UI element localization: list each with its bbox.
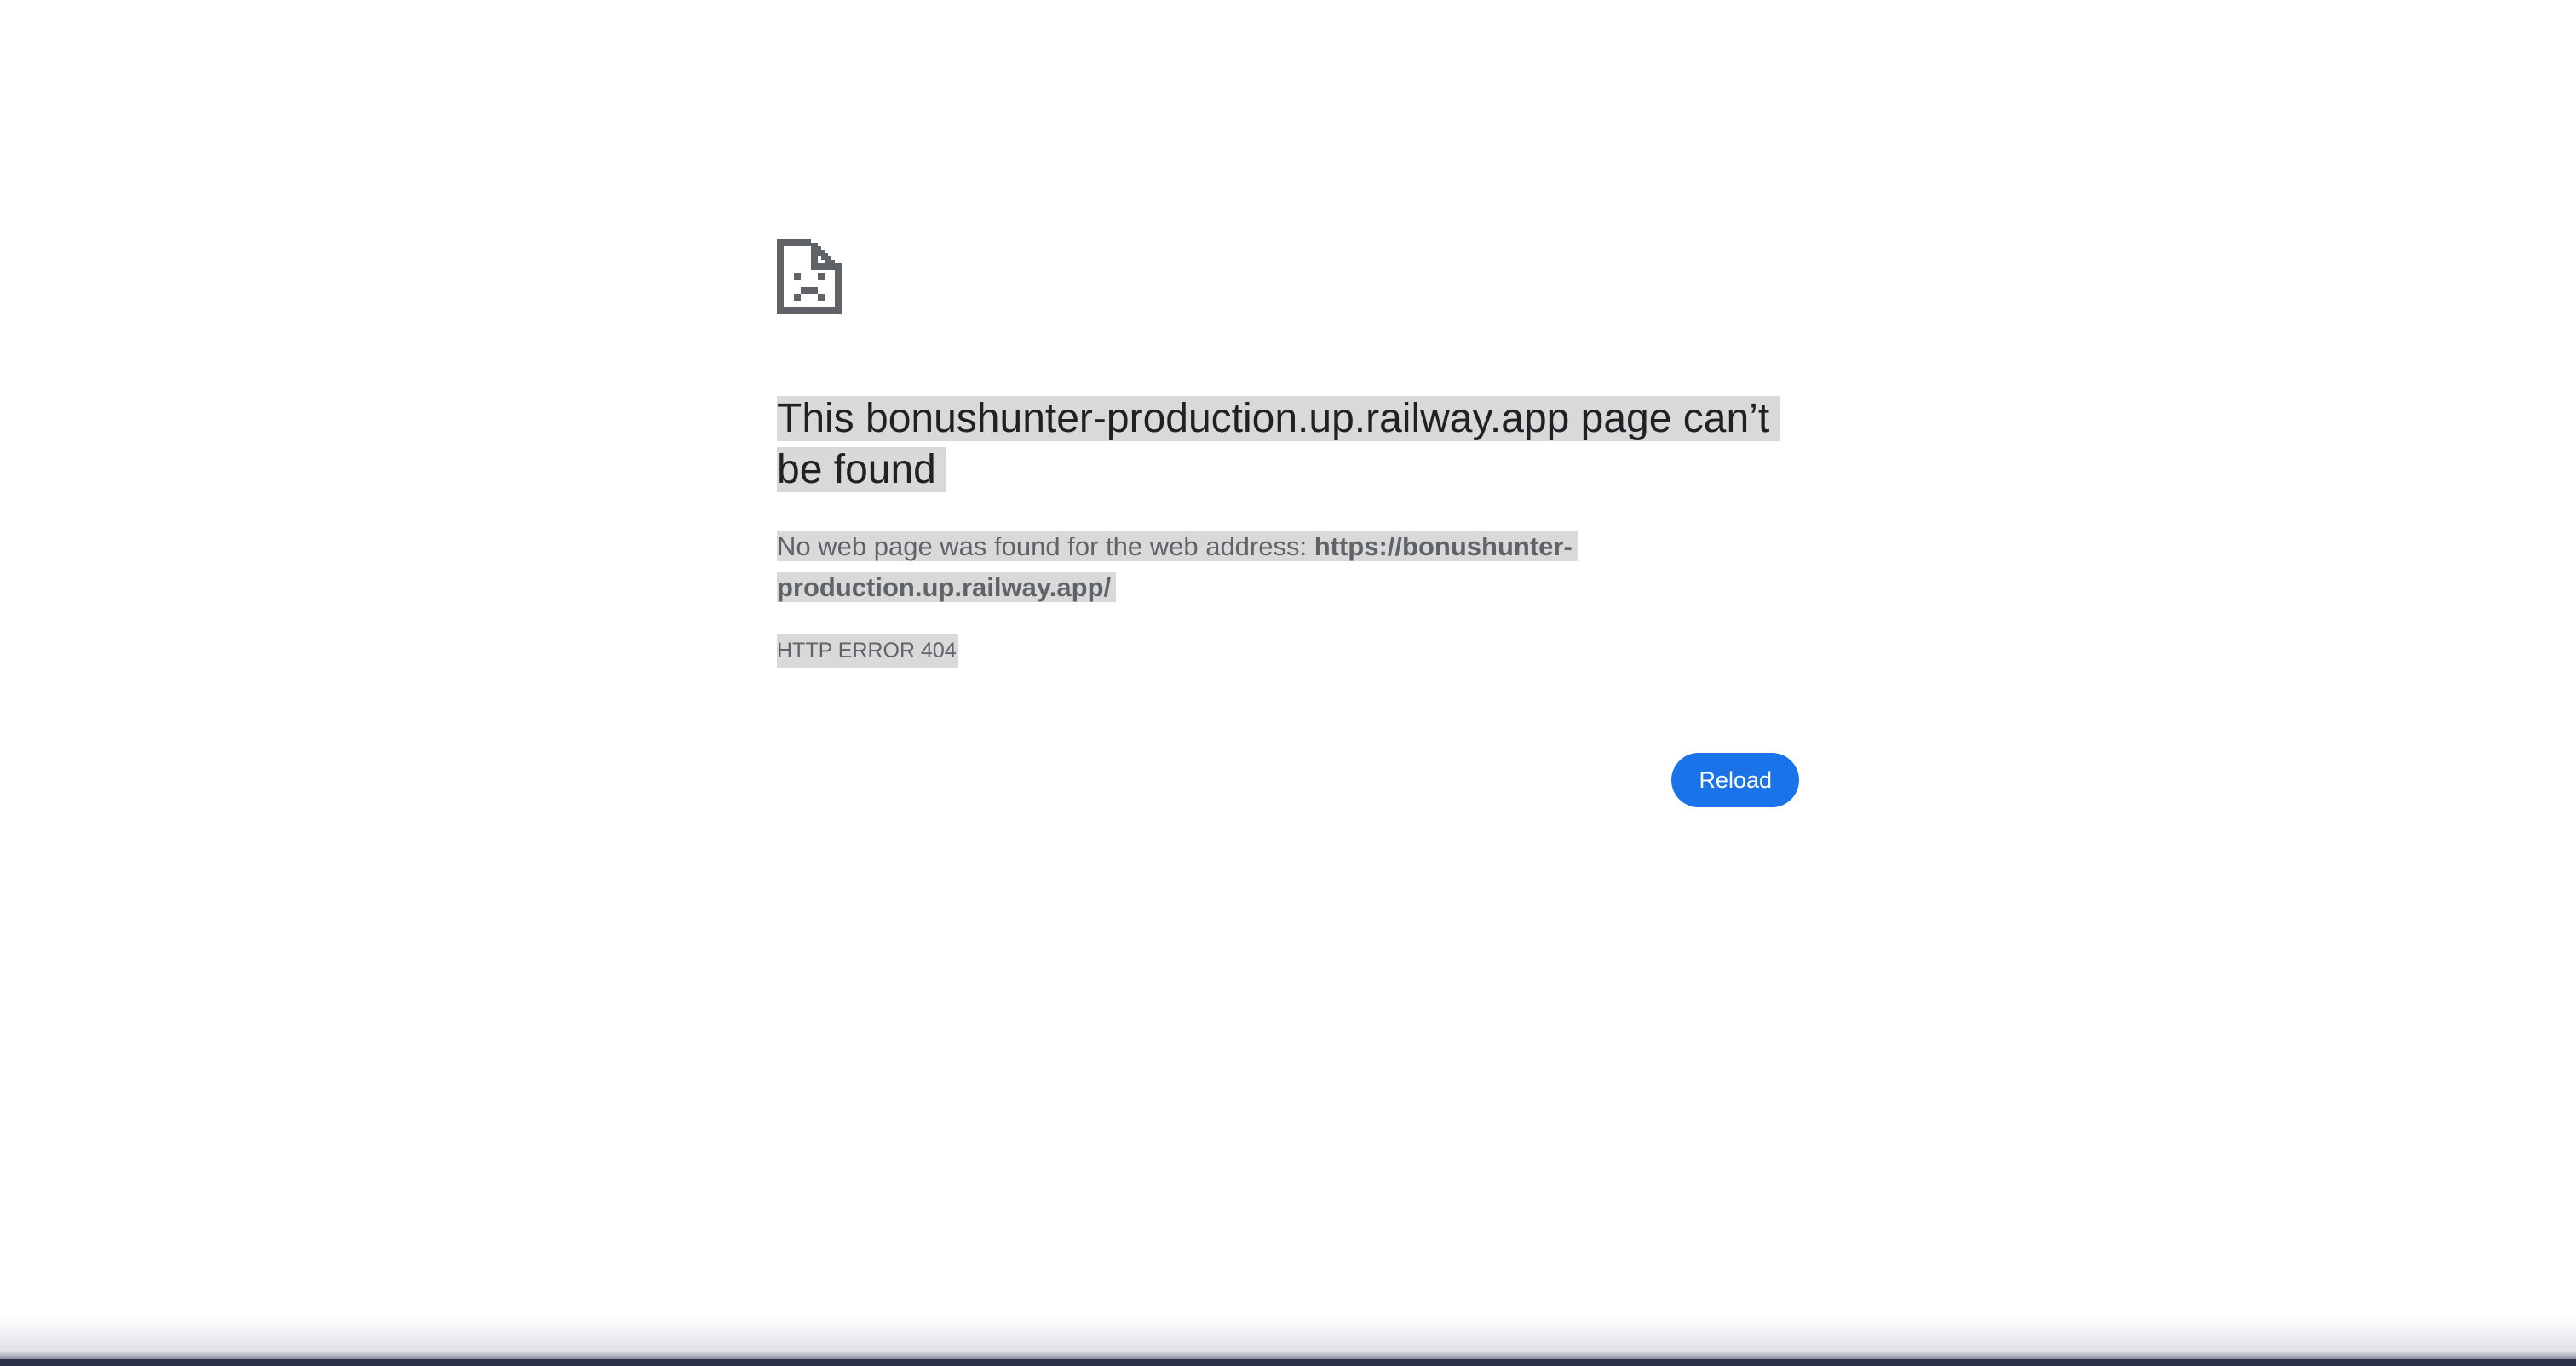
error-content: This bonushunter-production.up.railway.a… (777, 238, 1799, 668)
button-row: Reload (777, 753, 1799, 807)
reload-button[interactable]: Reload (1671, 753, 1799, 807)
error-page: This bonushunter-production.up.railway.a… (0, 0, 2576, 1366)
sad-document-icon (777, 239, 842, 314)
window-bottom-edge (0, 1315, 2576, 1366)
page-title: This bonushunter-production.up.railway.a… (777, 393, 1799, 496)
error-code: HTTP ERROR 404 (777, 634, 958, 668)
page-title-text: This bonushunter-production.up.railway.a… (777, 396, 1780, 492)
error-description-text: No web page was found for the web addres… (777, 531, 1314, 561)
error-description: No web page was found for the web addres… (777, 526, 1595, 608)
error-description-highlight: No web page was found for the web addres… (777, 531, 1578, 602)
